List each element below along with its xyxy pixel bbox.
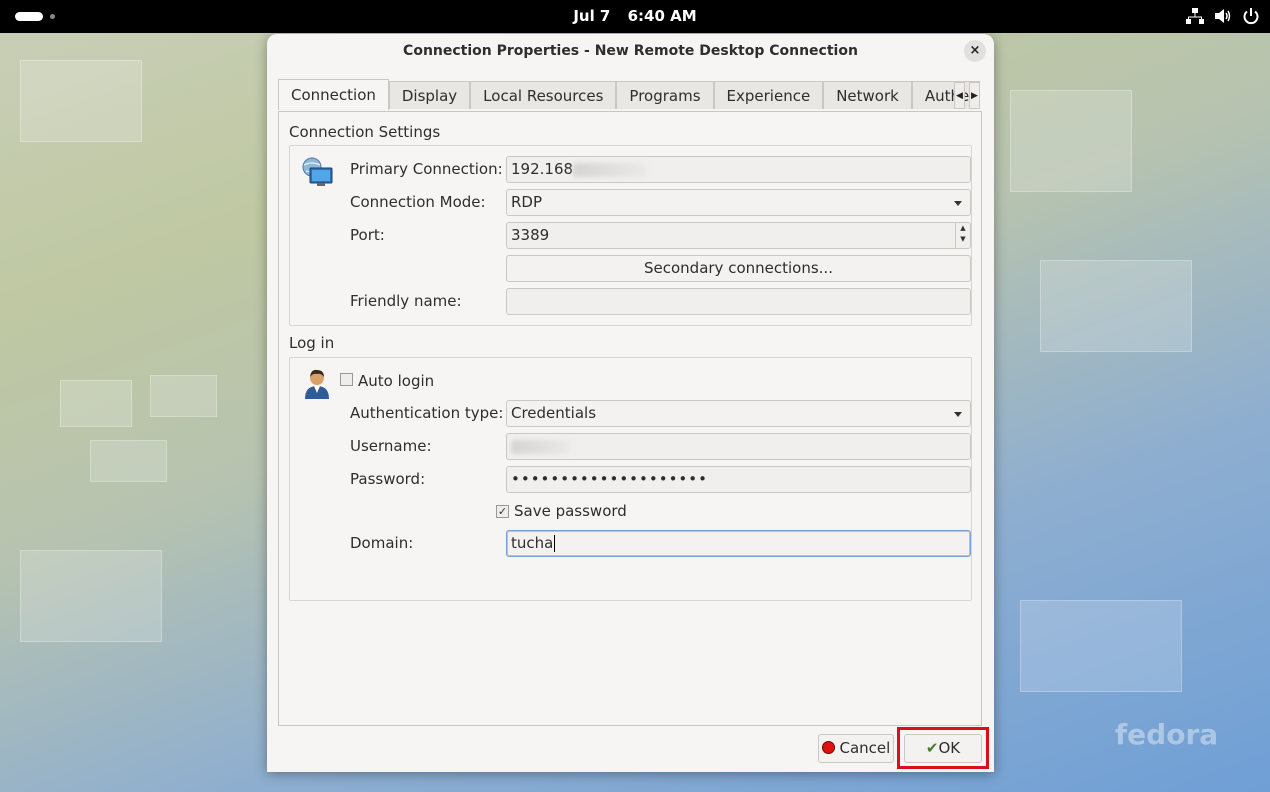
tab-scroll-left-button[interactable]: ◀	[954, 82, 965, 109]
tab-bar: Connection Display Local Resources Progr…	[278, 79, 980, 111]
network-icon	[1186, 8, 1204, 24]
checkmark-icon: ✓	[497, 505, 508, 518]
auto-login-checkbox[interactable]	[340, 373, 353, 386]
domain-input[interactable]: tucha	[506, 530, 971, 557]
close-icon: ×	[969, 43, 981, 58]
primary-connection-label: Primary Connection:	[350, 160, 503, 178]
connection-mode-label: Connection Mode:	[350, 193, 486, 211]
volume-icon	[1215, 9, 1231, 23]
user-icon	[302, 366, 332, 404]
connection-settings-title: Connection Settings	[289, 123, 441, 141]
fedora-watermark: fedora	[1115, 718, 1219, 751]
auth-type-select[interactable]: Credentials	[506, 400, 971, 427]
dialog-title: Connection Properties - New Remote Deskt…	[403, 43, 858, 59]
tab-scroll-right-button[interactable]: ▶	[969, 82, 980, 109]
tab-experience[interactable]: Experience	[713, 81, 824, 109]
tab-local-resources[interactable]: Local Resources	[470, 81, 617, 109]
highlight-box	[897, 727, 989, 769]
connection-settings-frame: Primary Connection: 192.168 Connection M…	[289, 145, 972, 326]
save-password-checkbox[interactable]: ✓	[496, 505, 509, 518]
save-password-label: Save password	[514, 502, 627, 520]
chevron-left-icon: ◀	[956, 91, 963, 101]
redacted-username	[511, 439, 571, 454]
password-input[interactable]: ••••••••••••••••••••	[506, 466, 971, 493]
secondary-connections-button[interactable]: Secondary connections...	[506, 255, 971, 282]
password-value: ••••••••••••••••••••	[511, 470, 708, 488]
cancel-button[interactable]: Cancel	[818, 734, 894, 763]
login-title: Log in	[289, 334, 335, 352]
port-label: Port:	[350, 226, 385, 244]
clock-date: Jul 7	[573, 7, 611, 25]
tab-connection[interactable]: Connection	[278, 79, 389, 110]
domain-label: Domain:	[350, 534, 414, 552]
username-input[interactable]	[506, 433, 971, 460]
redacted-ip	[573, 162, 648, 177]
text-cursor	[554, 535, 556, 552]
auth-type-value: Credentials	[511, 404, 597, 422]
chevron-down-icon	[954, 201, 962, 206]
domain-value: tucha	[511, 534, 554, 552]
top-bar: Jul 7 6:40 AM	[0, 0, 1270, 33]
primary-connection-input[interactable]: 192.168	[506, 156, 971, 183]
auth-type-label: Authentication type:	[350, 404, 504, 422]
tab-display[interactable]: Display	[388, 81, 471, 109]
port-value: 3389	[511, 226, 550, 244]
port-spinner[interactable]: 3389 ▲ ▼	[506, 222, 971, 249]
auto-login-label: Auto login	[358, 372, 435, 390]
tab-programs[interactable]: Programs	[616, 81, 714, 109]
clock[interactable]: Jul 7 6:40 AM	[0, 7, 1270, 25]
friendly-name-input[interactable]	[506, 288, 971, 315]
login-frame: Auto login Authentication type: Credenti…	[289, 357, 972, 601]
password-label: Password:	[350, 470, 426, 488]
tab-network[interactable]: Network	[823, 81, 912, 109]
clock-time: 6:40 AM	[627, 7, 697, 25]
cancel-icon	[821, 741, 835, 754]
username-label: Username:	[350, 437, 432, 455]
connection-properties-dialog: Connection Properties - New Remote Deskt…	[267, 34, 994, 772]
connection-mode-select[interactable]: RDP	[506, 189, 971, 216]
tab-pane-connection: Connection Settings Primary Connection: …	[278, 111, 982, 726]
remote-computer-icon	[300, 156, 334, 192]
friendly-name-label: Friendly name:	[350, 292, 462, 310]
chevron-down-icon	[954, 412, 962, 417]
primary-connection-value: 192.168	[511, 160, 574, 178]
power-icon	[1243, 8, 1259, 25]
close-button[interactable]: ×	[964, 40, 986, 62]
chevron-right-icon: ▶	[971, 91, 978, 101]
connection-mode-value: RDP	[511, 193, 543, 211]
spin-arrows-icon[interactable]: ▲ ▼	[955, 223, 970, 248]
system-tray[interactable]	[1186, 7, 1260, 25]
cancel-label: Cancel	[839, 739, 891, 757]
dialog-titlebar[interactable]: Connection Properties - New Remote Deskt…	[267, 34, 994, 68]
